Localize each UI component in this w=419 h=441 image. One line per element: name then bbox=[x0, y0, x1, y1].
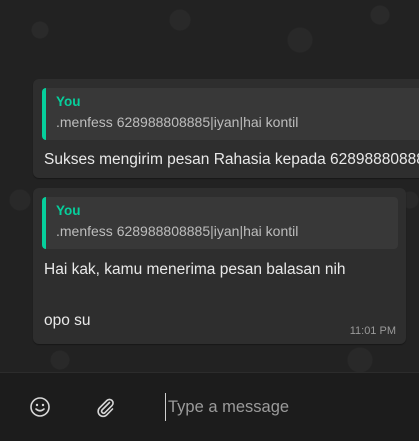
attach-button[interactable] bbox=[91, 393, 119, 421]
emoji-smile-icon bbox=[30, 397, 50, 417]
quote-text: .menfess 628988808885|iyan|hai kontil bbox=[56, 223, 299, 239]
quote-author: You bbox=[56, 94, 81, 109]
quote-author: You bbox=[56, 203, 81, 218]
quoted-message[interactable]: You .menfess 628988808885|iyan|hai konti… bbox=[42, 197, 398, 249]
message-text: opo su bbox=[44, 312, 91, 329]
message-bubble[interactable]: You .menfess 628988808885|iyan|hai konti… bbox=[33, 79, 419, 178]
paperclip-icon bbox=[97, 398, 114, 418]
message-text: Sukses mengirim pesan Rahasia kepada 628… bbox=[44, 151, 419, 168]
quote-text: .menfess 628988808885|iyan|hai kontil bbox=[56, 114, 299, 130]
message-text: Hai kak, kamu menerima pesan balasan nih bbox=[44, 261, 346, 278]
emoji-button[interactable] bbox=[26, 393, 54, 421]
quoted-message[interactable]: You .menfess 628988808885|iyan|hai konti… bbox=[42, 88, 419, 140]
chat-window: You .menfess 628988808885|iyan|hai konti… bbox=[0, 0, 419, 441]
message-time: 11:01 PM bbox=[349, 325, 396, 337]
message-bubble[interactable]: You .menfess 628988808885|iyan|hai konti… bbox=[33, 188, 406, 344]
message-input[interactable] bbox=[165, 393, 405, 421]
message-composer bbox=[0, 372, 419, 441]
